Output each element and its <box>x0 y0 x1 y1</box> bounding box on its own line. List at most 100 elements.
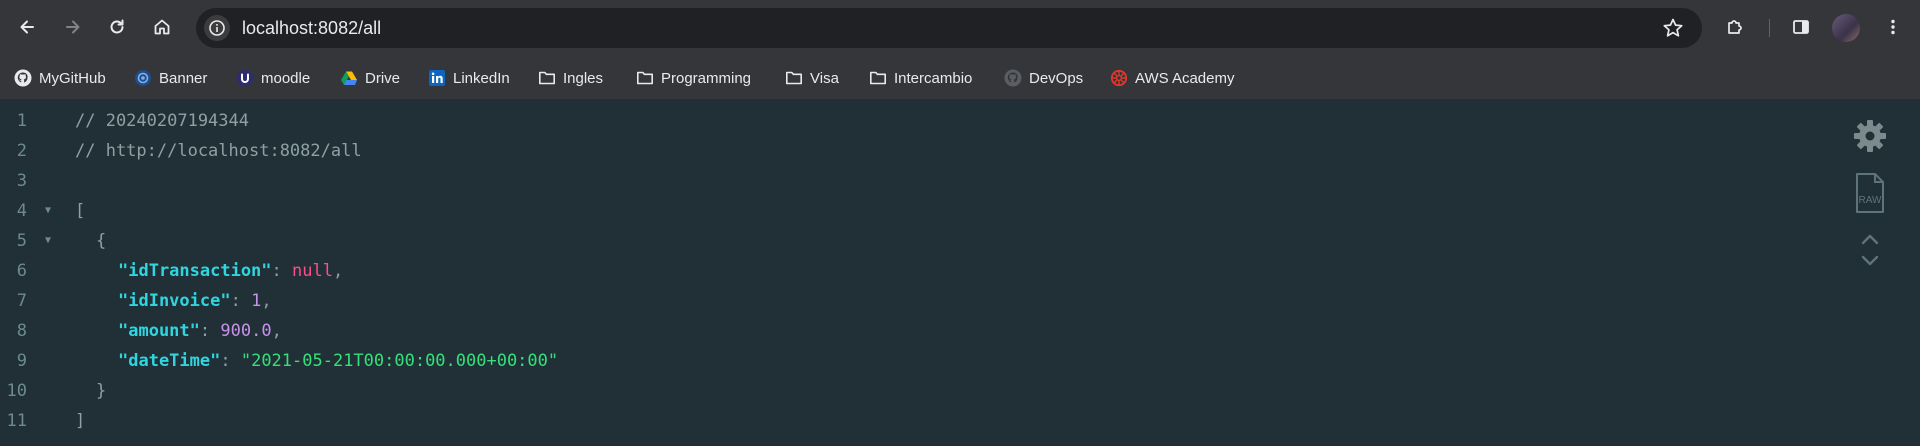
extensions-button[interactable] <box>1718 10 1752 44</box>
bookmark-star-icon[interactable] <box>1662 17 1684 39</box>
json-viewer: 1 // 20240207194344 2 // http://localhos… <box>0 100 1920 446</box>
bookmark-label: Visa <box>810 69 839 87</box>
fold-toggle-icon[interactable]: ▼ <box>45 196 51 226</box>
code-line: 10 } <box>0 376 1800 406</box>
bookmark-label: Drive <box>365 69 401 87</box>
json-field: "amount": 900.0, <box>118 321 282 341</box>
json-field: "idTransaction": null, <box>118 261 344 281</box>
line-number: 5 <box>16 231 27 251</box>
folder-icon <box>786 71 802 85</box>
toolbar-divider <box>1769 19 1770 37</box>
bookmarks-bar: MyGitHub Banner moodle Drive LinkedIn In… <box>0 56 1920 100</box>
line-number: 10 <box>6 381 27 401</box>
open-brace: { <box>96 231 107 251</box>
json-code: 1 // 20240207194344 2 // http://localhos… <box>0 106 1800 436</box>
line-number: 4 <box>16 201 27 221</box>
bookmark-label: DevOps <box>1029 69 1084 87</box>
bookmark-label: Programming <box>661 69 752 87</box>
bookmark-banner[interactable]: Banner <box>134 64 207 92</box>
json-value: "2021-05-21T00:00:00.000+00:00" <box>240 351 559 371</box>
bookmark-folder-ingles[interactable]: Ingles <box>538 64 603 92</box>
banner-icon <box>135 70 151 86</box>
fold-toggle-icon[interactable]: ▼ <box>45 226 51 256</box>
bookmark-aws-academy[interactable]: AWS Academy <box>1110 64 1234 92</box>
line-number: 1 <box>16 111 27 131</box>
code-line: 1 // 20240207194344 <box>0 106 1800 136</box>
back-button[interactable] <box>10 10 44 44</box>
linkedin-icon <box>429 70 445 86</box>
arrow-right-icon <box>66 20 80 34</box>
raw-view-button[interactable]: RAW <box>1848 172 1892 214</box>
code-line: 3 <box>0 166 1800 196</box>
code-line: 5 ▼ { <box>0 226 1800 256</box>
collapse-expand-button[interactable] <box>1848 228 1892 272</box>
line-number: 3 <box>16 171 27 191</box>
drive-icon <box>341 71 357 85</box>
bookmark-folder-intercambio[interactable]: Intercambio <box>869 64 972 92</box>
code-line: 2 // http://localhost:8082/all <box>0 136 1800 166</box>
line-number: 11 <box>6 411 27 431</box>
timestamp-comment: // 20240207194344 <box>75 111 249 131</box>
close-brace: } <box>96 381 107 401</box>
reload-icon <box>110 19 124 34</box>
open-bracket: [ <box>75 201 86 221</box>
bookmark-label: Ingles <box>563 69 604 87</box>
line-number: 7 <box>16 291 27 311</box>
line-number: 9 <box>16 351 27 371</box>
bookmark-folder-visa[interactable]: Visa <box>785 64 839 92</box>
viewer-tools: RAW <box>1848 100 1892 280</box>
line-number: 6 <box>16 261 27 281</box>
url-text[interactable]: localhost:8082/all <box>242 18 381 39</box>
bookmark-folder-programming[interactable]: Programming <box>636 64 751 92</box>
arrow-left-icon <box>20 20 34 34</box>
folder-icon <box>637 71 653 85</box>
close-bracket: ] <box>75 411 86 431</box>
json-field: "dateTime": "2021-05-21T00:00:00.000+00:… <box>118 351 559 371</box>
home-icon <box>154 19 170 35</box>
more-vert-icon <box>1891 19 1895 35</box>
bookmark-label: MyGitHub <box>39 69 106 87</box>
puzzle-icon <box>1728 20 1742 34</box>
json-key: "dateTime" <box>118 351 221 371</box>
settings-button[interactable] <box>1848 118 1892 154</box>
bookmark-label: LinkedIn <box>453 69 510 87</box>
menu-button[interactable] <box>1876 10 1910 44</box>
aws-academy-icon <box>1110 69 1128 87</box>
bookmark-mygithub[interactable]: MyGitHub <box>14 64 106 92</box>
line-number: 8 <box>16 321 27 341</box>
forward-button[interactable] <box>56 10 90 44</box>
bookmark-moodle[interactable]: moodle <box>236 64 310 92</box>
json-key: "idInvoice" <box>118 291 231 311</box>
json-key: "amount" <box>118 321 200 341</box>
reload-button[interactable] <box>100 10 134 44</box>
browser-toolbar: localhost:8082/all <box>0 0 1920 56</box>
side-panel-icon <box>1793 20 1809 34</box>
side-panel-button[interactable] <box>1784 10 1818 44</box>
code-line: 6 "idTransaction": null, <box>0 256 1800 286</box>
bookmark-devops[interactable]: DevOps <box>1004 64 1083 92</box>
code-line: 4 ▼ [ <box>0 196 1800 226</box>
json-field: "idInvoice": 1, <box>118 291 272 311</box>
bookmark-label: moodle <box>261 69 311 87</box>
bookmark-label: AWS Academy <box>1135 69 1235 87</box>
line-number: 2 <box>16 141 27 161</box>
home-button[interactable] <box>145 10 179 44</box>
site-info-icon[interactable] <box>204 15 230 41</box>
json-comma: , <box>332 261 344 281</box>
json-comma: , <box>261 291 272 311</box>
code-line: 11 ] <box>0 406 1800 436</box>
json-value: null <box>292 261 333 281</box>
chevron-up-down-icon <box>1861 234 1879 266</box>
gear-icon <box>1854 120 1886 152</box>
raw-file-icon: RAW <box>1856 173 1884 213</box>
url-comment: // http://localhost:8082/all <box>75 141 362 161</box>
bookmark-drive[interactable]: Drive <box>340 64 400 92</box>
code-line: 7 "idInvoice": 1, <box>0 286 1800 316</box>
json-value: 1 <box>251 291 262 311</box>
github-icon <box>14 69 32 87</box>
json-comma: , <box>271 321 282 341</box>
profile-avatar[interactable] <box>1832 14 1860 42</box>
bookmark-linkedin[interactable]: LinkedIn <box>428 64 510 92</box>
json-value: 900.0 <box>220 321 272 341</box>
address-bar[interactable]: localhost:8082/all <box>196 8 1702 48</box>
